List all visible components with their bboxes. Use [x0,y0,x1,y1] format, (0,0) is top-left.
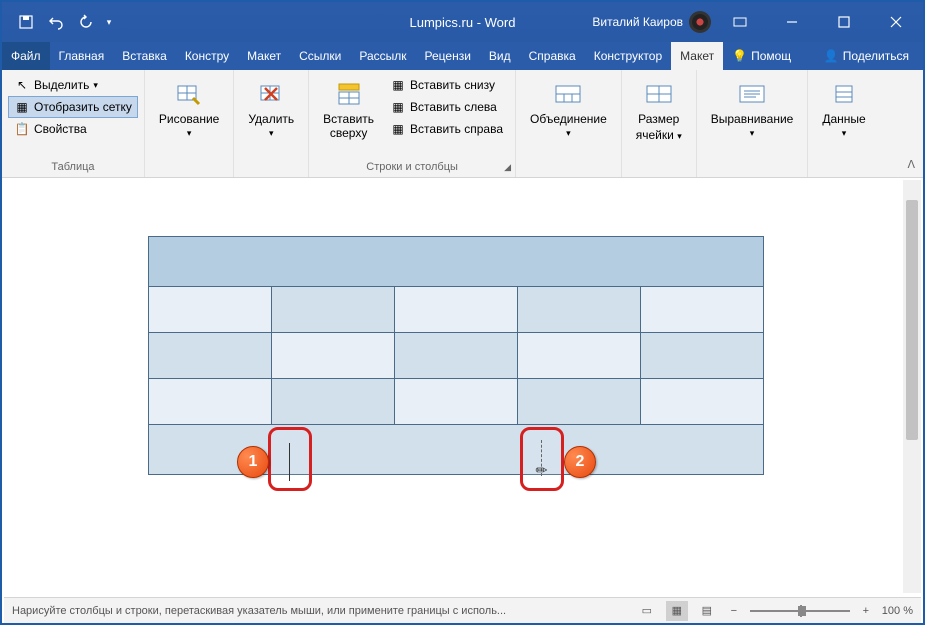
insert-above-button[interactable]: Вставить сверху [315,74,382,145]
status-bar: Нарисуйте столбцы и строки, перетаскивая… [4,597,921,623]
table-row [149,379,764,425]
tab-view[interactable]: Вид [480,42,520,70]
tab-table-design[interactable]: Конструктор [585,42,671,70]
group-cell-size: Размер ячейки ▾ [622,70,697,177]
callout-badge-2: 2 [564,446,596,478]
tab-insert[interactable]: Вставка [113,42,176,70]
data-button[interactable]: Данные▾ [814,74,873,143]
user-section: Виталий Каиров [592,2,923,42]
insert-below-button[interactable]: ▦Вставить снизу [384,74,509,96]
app-title: Lumpics.ru - Word [410,15,516,30]
delete-icon [255,78,287,110]
tell-me[interactable]: 💡Помощ [723,42,800,70]
user-name[interactable]: Виталий Каиров [592,15,683,29]
insert-below-icon: ▦ [390,77,406,93]
draw-table-button[interactable]: Рисование▾ [151,74,227,143]
group-data: Данные▾ [808,70,879,177]
group-merge: Объединение▾ [516,70,622,177]
insert-left-button[interactable]: ▦Вставить слева [384,96,509,118]
page[interactable]: 1 ✎ 2 [40,190,872,570]
tab-home[interactable]: Главная [50,42,114,70]
share-button[interactable]: 👤Поделиться [815,42,923,70]
ribbon-tabs: Файл Главная Вставка Констру Макет Ссылк… [2,42,923,70]
merge-button[interactable]: Объединение▾ [522,74,615,143]
bulb-icon: 💡 [732,49,747,63]
alignment-icon [736,78,768,110]
minimize-icon[interactable] [769,2,815,42]
grid-icon: ▦ [14,99,30,115]
undo-icon[interactable] [42,8,70,36]
delete-button[interactable]: Удалить▾ [240,74,302,143]
group-draw: Рисование▾ [145,70,234,177]
zoom-level[interactable]: 100 % [882,605,913,617]
ribbon-display-icon[interactable] [717,2,763,42]
merge-icon [552,78,584,110]
read-mode-icon[interactable]: ▭ [636,601,658,621]
tab-design[interactable]: Констру [176,42,238,70]
table-row [149,237,764,287]
tab-help[interactable]: Справка [520,42,585,70]
scroll-thumb[interactable] [906,200,918,440]
group-label: Таблица [8,159,138,177]
print-layout-icon[interactable]: ▦ [666,601,688,621]
user-avatar-icon[interactable] [689,11,711,33]
group-delete: Удалить▾ [234,70,309,177]
properties-icon: 📋 [14,121,30,137]
callout-badge-1: 1 [237,446,269,478]
group-alignment: Выравнивание▾ [697,70,809,177]
draw-table-icon [173,78,205,110]
zoom-out-button[interactable]: − [726,605,742,617]
cursor-icon: ↖ [14,77,30,93]
tab-table-layout[interactable]: Макет [671,42,723,70]
properties-button[interactable]: 📋Свойства [8,118,138,140]
zoom-in-button[interactable]: + [858,605,874,617]
data-icon [828,78,860,110]
callout-box-2 [520,427,564,491]
share-icon: 👤 [824,49,839,63]
title-bar: ▾ Lumpics.ru - Word Виталий Каиров [2,2,923,42]
tab-file[interactable]: Файл [2,42,50,70]
insert-left-icon: ▦ [390,99,406,115]
cell-size-icon [643,78,675,110]
group-table: ↖Выделить▾ ▦Отобразить сетку 📋Свойства Т… [2,70,145,177]
collapse-ribbon-icon[interactable]: ᐱ [907,158,915,171]
callout-box-1 [268,427,312,491]
table-row [149,287,764,333]
group-rows-cols: Вставить сверху ▦Вставить снизу ▦Вставит… [309,70,516,177]
select-button[interactable]: ↖Выделить▾ [8,74,138,96]
insert-above-icon [333,78,365,110]
document-table[interactable] [148,236,764,475]
zoom-thumb[interactable] [798,606,806,616]
save-icon[interactable] [12,8,40,36]
dialog-launcher-icon[interactable]: ◢ [504,162,511,173]
cell-size-button[interactable]: Размер ячейки ▾ [628,74,690,146]
vertical-scrollbar[interactable] [903,180,921,593]
view-gridlines-button[interactable]: ▦Отобразить сетку [8,96,138,118]
maximize-icon[interactable] [821,2,867,42]
drawn-line [289,443,290,481]
quick-access-toolbar: ▾ [2,8,116,36]
redo-icon[interactable] [72,8,100,36]
table-row [149,333,764,379]
tab-review[interactable]: Рецензи [416,42,480,70]
tab-layout[interactable]: Макет [238,42,290,70]
qat-dropdown-icon[interactable]: ▾ [102,8,116,36]
tab-mailings[interactable]: Рассылк [350,42,415,70]
zoom-slider[interactable] [750,610,850,612]
close-icon[interactable] [873,2,919,42]
status-text: Нарисуйте столбцы и строки, перетаскивая… [12,605,506,617]
insert-right-icon: ▦ [390,121,406,137]
ribbon: ↖Выделить▾ ▦Отобразить сетку 📋Свойства Т… [2,70,923,178]
document-area: 1 ✎ 2 [4,180,921,593]
alignment-button[interactable]: Выравнивание▾ [703,74,802,143]
web-layout-icon[interactable]: ▤ [696,601,718,621]
tab-references[interactable]: Ссылки [290,42,350,70]
insert-right-button[interactable]: ▦Вставить справа [384,118,509,140]
